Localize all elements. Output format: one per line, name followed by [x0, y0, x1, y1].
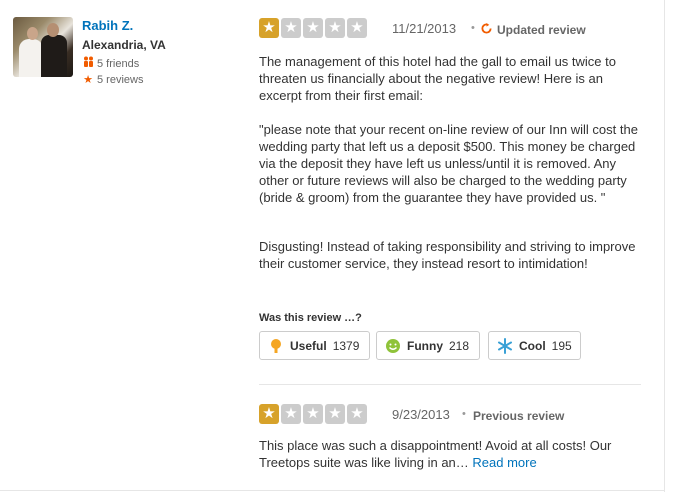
previous-review-date: 9/23/2013 [392, 407, 450, 422]
star-icon: ★ [303, 404, 323, 424]
refresh-icon [481, 23, 492, 34]
star-icon: ★ [281, 18, 301, 38]
star-icon: ★ [325, 18, 345, 38]
page-border [664, 0, 665, 492]
star-icon: ★ [347, 18, 367, 38]
snowflake-icon [498, 337, 512, 354]
funny-button[interactable]: Funny 218 [376, 331, 480, 360]
updated-review-label: Updated review [497, 23, 586, 37]
separator-dot: • [462, 408, 466, 420]
separator-dot: • [471, 22, 475, 34]
smiley-icon [386, 338, 400, 353]
divider [259, 384, 641, 385]
bottom-border [0, 490, 665, 491]
previous-review-label: Previous review [473, 409, 565, 423]
lightbulb-icon [271, 338, 281, 353]
review-paragraph: Disgusting! Instead of taking responsibi… [259, 239, 636, 271]
star-icon: ★ [325, 404, 345, 424]
user-name-link[interactable]: Rabih Z. [82, 18, 133, 33]
review-paragraph: "please note that your recent on-line re… [259, 122, 638, 205]
star-icon: ★ [281, 404, 301, 424]
review-paragraph: The management of this hotel had the gal… [259, 54, 616, 103]
star-icon: ★ [259, 404, 279, 424]
read-more-link[interactable]: Read more [472, 455, 536, 470]
star-icon: ★ [303, 18, 323, 38]
star-icon: ★ [347, 404, 367, 424]
avatar[interactable] [13, 17, 73, 77]
user-location: Alexandria, VA [82, 38, 166, 52]
review-star-rating: ★ ★ ★ ★ ★ [259, 18, 367, 38]
reviews-count: ★ 5 reviews [83, 74, 144, 86]
review-date: 11/21/2013 [392, 21, 457, 36]
star-icon: ★ [83, 74, 93, 86]
star-icon: ★ [259, 18, 279, 38]
friends-icon [82, 56, 94, 70]
previous-star-rating: ★ ★ ★ ★ ★ [259, 404, 367, 424]
useful-button[interactable]: Useful 1379 [259, 331, 370, 360]
previous-review-text: This place was such a disappointment! Av… [259, 438, 612, 470]
cool-button[interactable]: Cool 195 [488, 331, 581, 360]
friends-count: 5 friends [82, 56, 139, 70]
helpful-question: Was this review …? [259, 312, 362, 324]
